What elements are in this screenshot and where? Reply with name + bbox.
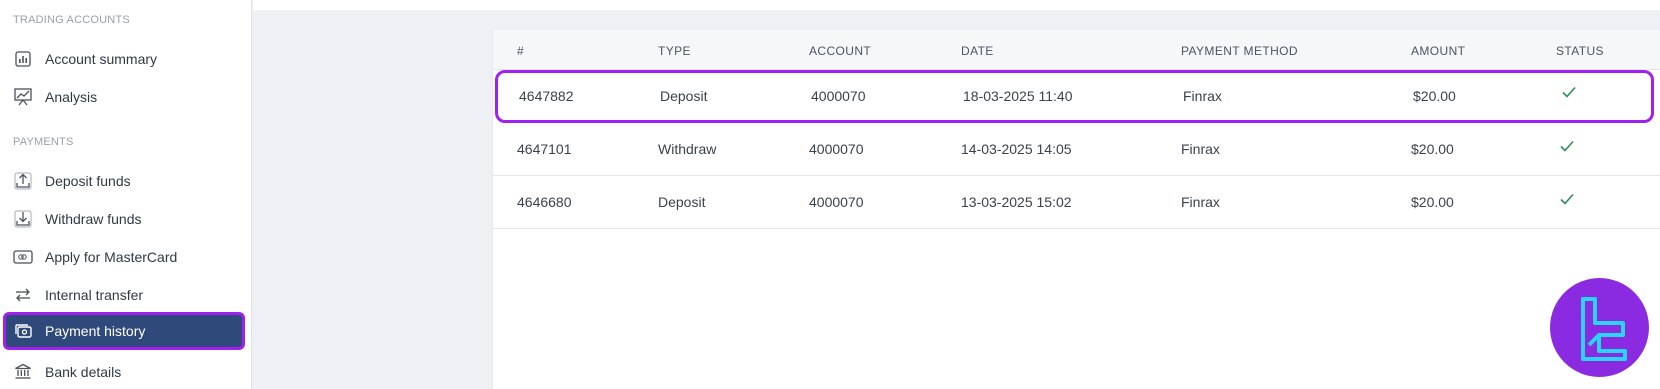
table-row[interactable]: 4646680 Deposit 4000070 13-03-2025 15:02…: [493, 176, 1660, 229]
sidebar-item-internal-transfer[interactable]: Internal transfer: [3, 276, 245, 314]
sidebar-item-label: Apply for MasterCard: [45, 249, 178, 265]
cell-payment-method: Finrax: [1181, 194, 1220, 210]
column-header-account: ACCOUNT: [809, 44, 872, 58]
column-header-type: TYPE: [658, 44, 691, 58]
table-row[interactable]: 4647882 Deposit 4000070 18-03-2025 11:40…: [495, 70, 1654, 123]
column-header-date: DATE: [961, 44, 994, 58]
chart-bars-icon: [13, 49, 33, 69]
sidebar-item-label: Internal transfer: [45, 287, 144, 303]
cell-date: 14-03-2025 14:05: [961, 141, 1072, 157]
upload-tray-icon: [13, 171, 33, 191]
swap-arrows-icon: [13, 285, 33, 305]
column-header-id: #: [517, 44, 525, 58]
sidebar: TRADING ACCOUNTS Account summary Analysi…: [0, 0, 252, 389]
column-header-amount: AMOUNT: [1411, 44, 1466, 58]
sidebar-item-label: Withdraw funds: [45, 211, 142, 227]
sidebar-item-label: Bank details: [45, 364, 122, 380]
column-header-payment-method: PAYMENT METHOD: [1181, 44, 1298, 58]
column-header-status: STATUS: [1556, 44, 1604, 58]
cell-id: 4647101: [517, 141, 572, 157]
sidebar-item-deposit-funds[interactable]: Deposit funds: [3, 162, 245, 200]
section-title-trading-accounts: TRADING ACCOUNTS: [13, 14, 130, 26]
check-icon: [1559, 139, 1575, 158]
sidebar-item-label: Payment history: [45, 323, 146, 339]
bank-icon: [13, 362, 33, 382]
cell-type: Deposit: [660, 88, 708, 104]
check-icon: [1561, 85, 1577, 104]
payment-history-table: # TYPE ACCOUNT DATE PAYMENT METHOD AMOUN…: [492, 30, 1660, 389]
line-chart-board-icon: [13, 87, 33, 107]
cell-type: Withdraw: [658, 141, 717, 157]
cell-amount: $20.00: [1411, 141, 1454, 157]
top-band: [253, 0, 1660, 10]
sidebar-item-label: Account summary: [45, 51, 158, 67]
cell-payment-method: Finrax: [1183, 88, 1222, 104]
card-icon: [13, 247, 33, 267]
table-row[interactable]: 4647101 Withdraw 4000070 14-03-2025 14:0…: [493, 123, 1660, 176]
sidebar-item-withdraw-funds[interactable]: Withdraw funds: [3, 200, 245, 238]
brand-logo-badge[interactable]: [1550, 278, 1649, 377]
sidebar-item-apply-mastercard[interactable]: Apply for MasterCard: [3, 238, 245, 276]
sidebar-item-analysis[interactable]: Analysis: [3, 78, 245, 116]
cell-account: 4000070: [809, 194, 864, 210]
cell-type: Deposit: [658, 194, 706, 210]
download-tray-icon: [13, 209, 33, 229]
cell-date: 18-03-2025 11:40: [963, 88, 1073, 104]
cell-amount: $20.00: [1413, 88, 1456, 104]
cell-id: 4646680: [517, 194, 572, 210]
cell-account: 4000070: [809, 141, 864, 157]
table-header: # TYPE ACCOUNT DATE PAYMENT METHOD AMOUN…: [493, 30, 1660, 70]
brand-logo-icon: [1580, 296, 1627, 361]
cash-stack-icon: [13, 321, 33, 341]
sidebar-item-label: Analysis: [45, 89, 98, 105]
cell-payment-method: Finrax: [1181, 141, 1220, 157]
cell-account: 4000070: [811, 88, 866, 104]
cell-amount: $20.00: [1411, 194, 1454, 210]
section-title-payments: PAYMENTS: [13, 136, 74, 148]
sidebar-item-payment-history[interactable]: Payment history: [3, 312, 245, 350]
check-icon: [1559, 192, 1575, 211]
sidebar-item-bank-details[interactable]: Bank details: [3, 353, 245, 389]
sidebar-item-account-summary[interactable]: Account summary: [3, 40, 245, 78]
cell-id: 4647882: [519, 88, 574, 104]
cell-date: 13-03-2025 15:02: [961, 194, 1072, 210]
sidebar-item-label: Deposit funds: [45, 173, 131, 189]
